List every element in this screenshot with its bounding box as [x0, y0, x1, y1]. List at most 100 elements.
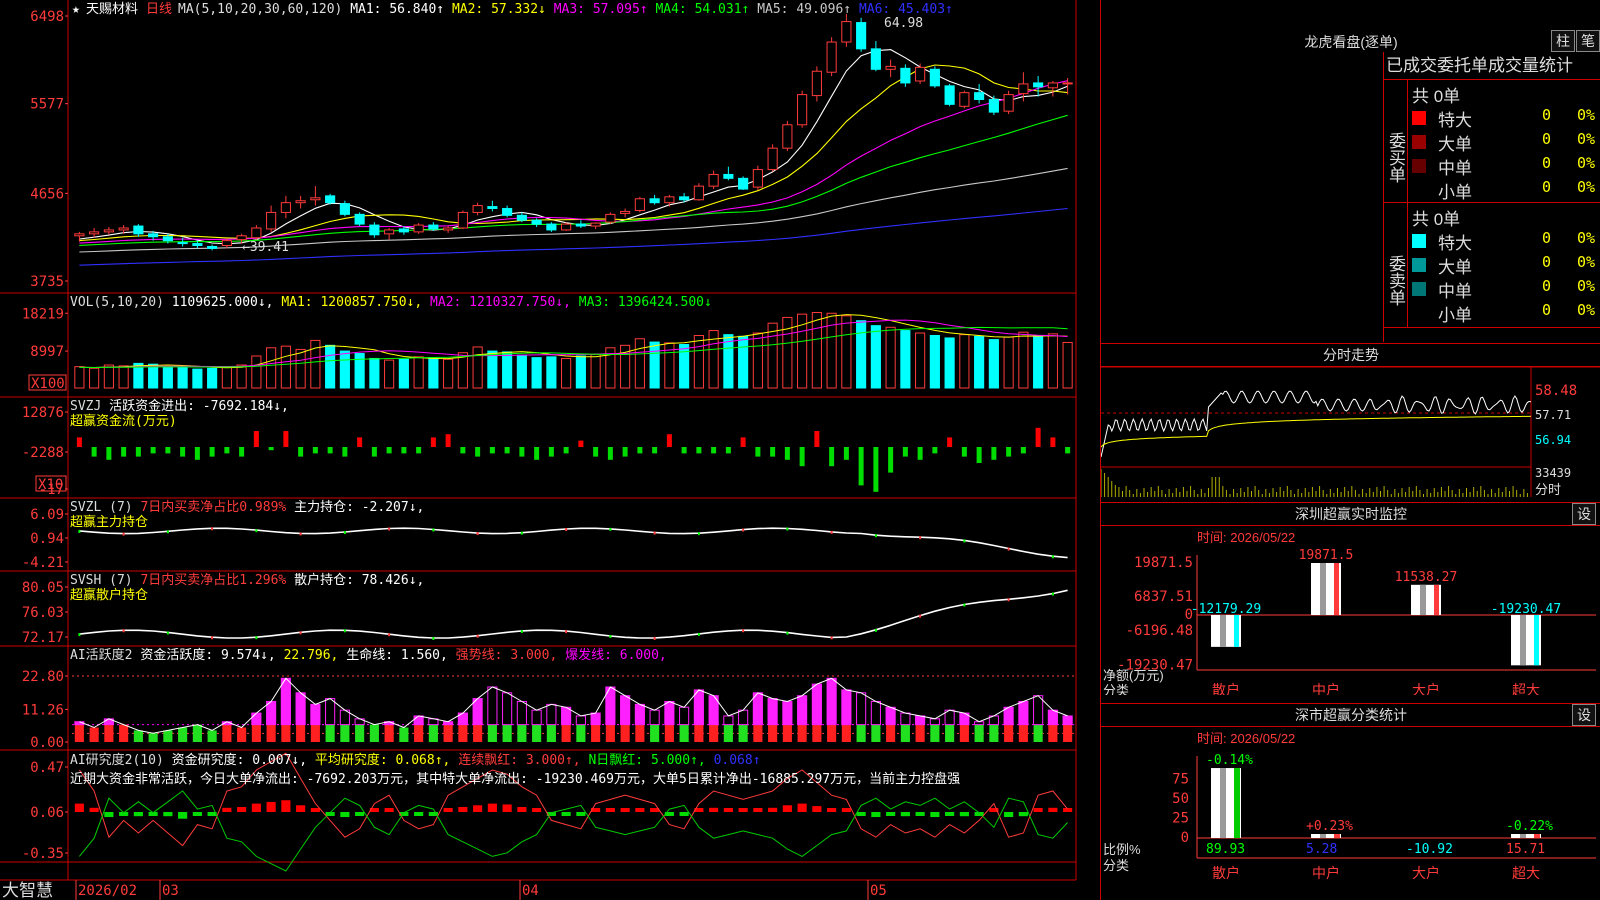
candle-body [723, 173, 734, 179]
research-bar [340, 812, 350, 818]
line-marker [830, 636, 833, 640]
classify-settings-button[interactable]: 设 [1572, 704, 1596, 726]
volume-bar [561, 357, 572, 389]
stats-title: 已成交委托单成交量统计 [1386, 56, 1573, 75]
candle-body [634, 198, 645, 211]
candle-body [620, 210, 631, 214]
research-bar [561, 812, 571, 816]
fund-flow-bar [799, 447, 805, 467]
research-bar [856, 812, 866, 816]
activity-bar-top [723, 715, 734, 726]
candle-body [738, 177, 749, 190]
monitor-category: 散户 [1212, 682, 1240, 695]
fund-flow-bar [180, 447, 186, 457]
volume-bar [280, 345, 291, 389]
header-segment: N日飘红: 5.000↑, [588, 752, 713, 768]
line-marker [1051, 555, 1054, 559]
activity-bar [753, 724, 763, 742]
pen-view-button[interactable]: 笔 [1576, 30, 1600, 52]
kline-main-area[interactable]: 6498 5577 4656 3735 ★ 天赐材料 日线 MA(5,10,20,30,60,… [0, 0, 1100, 900]
color-swatch [1412, 258, 1426, 272]
sell-total: 共 0单 [1412, 210, 1461, 229]
candle-body [339, 203, 350, 215]
activity-bar [1033, 724, 1043, 742]
header-segment: 资金活跃度: 9.574↓, [140, 647, 283, 663]
activity-bar [296, 724, 306, 742]
candle-body [133, 225, 144, 235]
volume-bar [89, 367, 100, 389]
fund-flow-bar [976, 447, 982, 463]
line-marker [742, 528, 745, 532]
volume-bar [251, 355, 262, 389]
fund-flow-bar [637, 447, 643, 454]
order-size-label: 小单 [1438, 306, 1472, 325]
candle-body [1033, 82, 1044, 88]
line-marker [78, 529, 81, 533]
research-bar [74, 803, 84, 812]
header-segment: AI研究度2(10) [70, 752, 172, 768]
fund-flow-bar [298, 447, 304, 457]
activity-bar [1048, 724, 1058, 742]
research-bar [886, 812, 896, 816]
fund-flow-bar [902, 447, 908, 457]
fund-flow-bar [548, 447, 554, 457]
volume-bar [413, 356, 424, 389]
intraday-chart[interactable]: 58.48 57.71 56.94 33439 分时 [1101, 367, 1600, 501]
activity-bar [546, 724, 556, 742]
candle-body [1003, 94, 1014, 112]
research-bar [635, 808, 645, 812]
candle-body [354, 213, 365, 225]
line-marker [697, 532, 700, 536]
activity-bar [266, 724, 276, 742]
candle [944, 83, 955, 107]
order-size-label: 中单 [1438, 282, 1472, 301]
candle-body [280, 202, 291, 213]
header-segment: MA2: 1210327.750↓, [430, 295, 579, 310]
date-label: 03 [162, 883, 179, 899]
candle [782, 120, 793, 152]
research-avg-line [79, 790, 1068, 872]
dragon-title: 龙虎看盘(逐单) [1304, 34, 1398, 50]
candle-body [649, 198, 660, 204]
svsh-axis-label: 76.03 [22, 605, 64, 621]
date-label: 05 [870, 883, 887, 899]
order-count: 0 [1542, 154, 1552, 172]
classify-bar [1311, 834, 1341, 838]
header-segment: MA1: 1200857.750↓, [281, 295, 430, 310]
line-marker [166, 530, 169, 534]
candle [1033, 76, 1044, 97]
volume-bar [487, 350, 498, 389]
header-segment: MA4: 54.031↑ [655, 2, 757, 17]
line-marker [78, 633, 81, 637]
header-segment: SVZJ [70, 399, 109, 414]
volume-bar [693, 334, 704, 389]
monitor-bar-shade [1420, 584, 1426, 615]
candle [693, 183, 704, 201]
date-label: 2026/02 [78, 883, 137, 899]
candle-body [944, 85, 955, 105]
header-segment: VOL(5,10,20) [70, 295, 172, 310]
header-segment: MA3: 57.095↑ [554, 2, 656, 17]
activity-bar-top [634, 703, 645, 726]
classify-axis-label: 50 [1172, 791, 1189, 807]
activity-bar-top [310, 703, 321, 726]
candle-body [103, 229, 114, 233]
stock-chart-canvas[interactable]: 6498 5577 4656 3735 ★ 天赐材料 日线 MA(5,10,20,30,60,… [0, 0, 1100, 900]
volume-bar [546, 356, 557, 389]
activity-bar [723, 724, 733, 742]
monitor-time: 时间: 2026/05/22 [1197, 530, 1296, 545]
activity-bar [856, 724, 866, 742]
ai2-axis-label: -0.35 [22, 846, 64, 862]
svzj-axis-label: 12876 [22, 405, 64, 421]
fund-flow-bar [342, 447, 348, 457]
volume-bar [575, 355, 586, 389]
monitor-bar [1411, 584, 1441, 615]
monitor-settings-button[interactable]: 设 [1572, 503, 1596, 525]
ai1-axis-label: 22.80 [22, 669, 64, 685]
fund-flow-bar [165, 447, 171, 454]
bar-view-button[interactable]: 柱 [1551, 30, 1575, 52]
intraday-axis-label: 56.94 [1535, 433, 1571, 447]
ai2-axis-label: 0.06 [30, 805, 64, 821]
candle [413, 223, 424, 234]
fund-flow-bar [652, 447, 658, 454]
